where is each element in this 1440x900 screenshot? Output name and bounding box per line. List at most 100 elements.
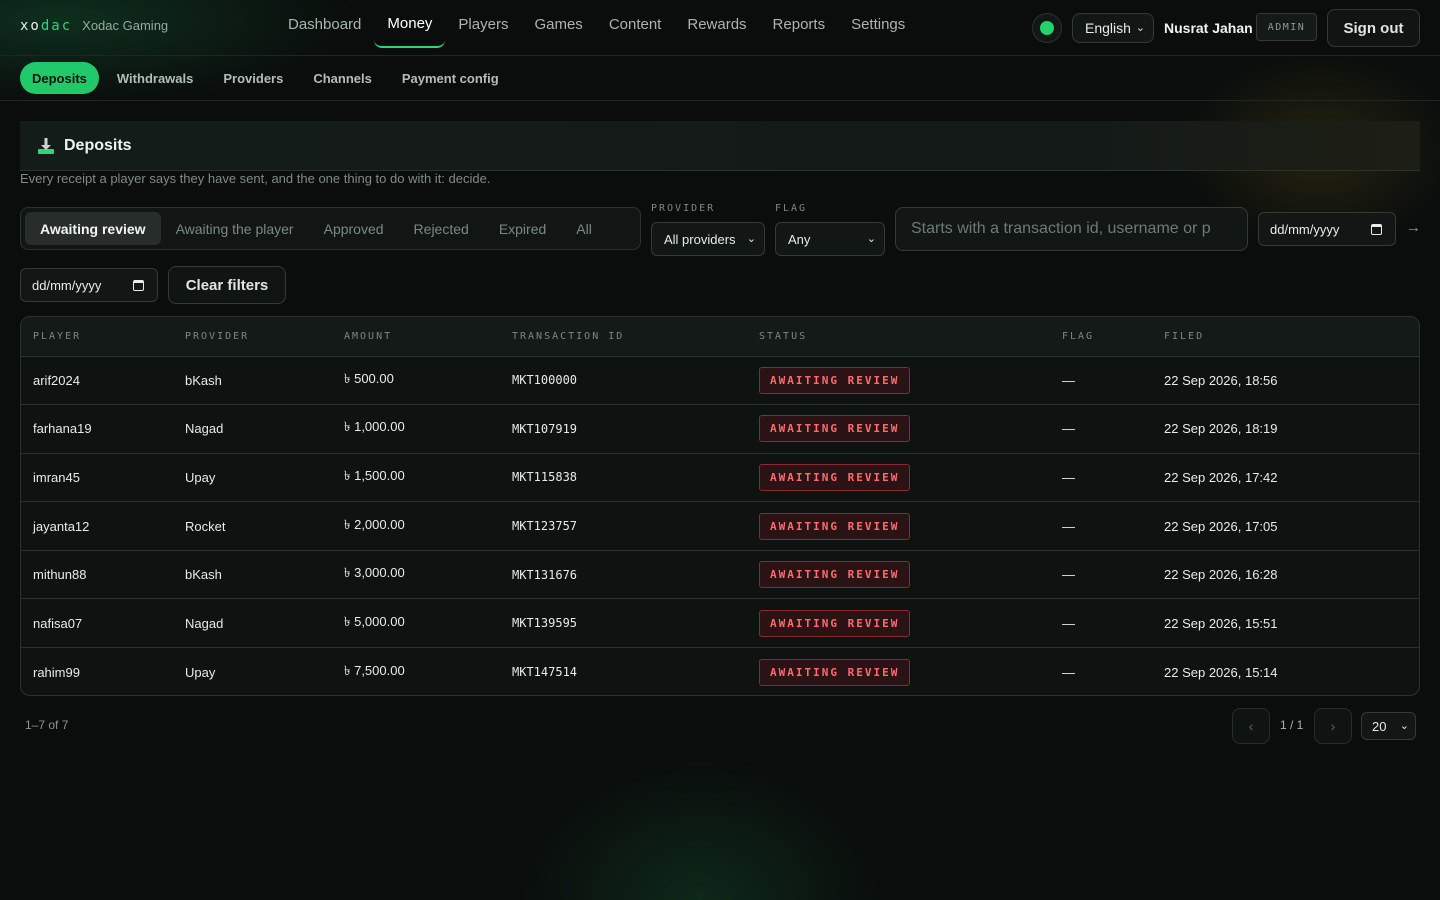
table-row[interactable]: arif2024 bKash ৳ 500.00 MKT100000 AWAITI… <box>21 356 1419 406</box>
provider-select-value: All providers <box>664 231 736 247</box>
status-tab-approved[interactable]: Approved <box>309 212 399 245</box>
calendar-icon[interactable] <box>1371 224 1382 235</box>
table-row[interactable]: rahim99 Upay ৳ 7,500.00 MKT147514 AWAITI… <box>21 648 1419 695</box>
tab-providers[interactable]: Providers <box>211 62 295 94</box>
cell-flag: — <box>1050 404 1152 454</box>
tab-deposits[interactable]: Deposits <box>20 62 99 94</box>
cell-amount: ৳ 1,000.00 <box>332 404 500 454</box>
date-to-input[interactable]: dd/mm/yyyy <box>1258 212 1396 246</box>
calendar-icon[interactable] <box>133 280 144 291</box>
status-tab-awaiting-player[interactable]: Awaiting the player <box>161 212 309 245</box>
table-row[interactable]: mithun88 bKash ৳ 3,000.00 MKT131676 AWAI… <box>21 550 1419 600</box>
cell-amount: ৳ 7,500.00 <box>344 662 405 678</box>
cell-amount: ৳ 1,500.00 <box>332 453 500 503</box>
nav-item-players[interactable]: Players <box>445 0 521 48</box>
cell-amount: ৳ 500.00 <box>332 356 500 406</box>
nav-item-rewards[interactable]: Rewards <box>674 0 759 48</box>
date-to-value: dd/mm/yyyy <box>1270 221 1340 237</box>
table-row[interactable]: imran45 Upay ৳ 1,500.00 MKT115838 AWAITI… <box>21 453 1419 503</box>
flag-select-value: Any <box>788 231 811 247</box>
column-header-status[interactable]: STATUS <box>747 317 1050 357</box>
clear-filters-button[interactable]: Clear filters <box>168 266 286 304</box>
cell-status: AWAITING REVIEW <box>747 453 1050 503</box>
results-range: 1–7 of 7 <box>25 718 69 732</box>
nav-item-content[interactable]: Content <box>596 0 675 48</box>
cell-filed: 22 Sep 2026, 16:28 <box>1152 550 1419 600</box>
next-page-button[interactable]: › <box>1314 708 1352 744</box>
tab-payment-config[interactable]: Payment config <box>390 62 511 94</box>
provider-select[interactable]: All providers ⌄ <box>651 222 765 256</box>
column-header-amount[interactable]: AMOUNT <box>332 317 500 357</box>
page-indicator: 1 / 1 <box>1280 718 1304 732</box>
cell-player: imran45 <box>21 453 173 503</box>
cell-player: rahim99 <box>33 664 80 680</box>
tab-channels[interactable]: Channels <box>301 62 384 94</box>
brand[interactable]: xodac Xodac Gaming <box>20 18 168 34</box>
date-from-input[interactable]: dd/mm/yyyy <box>20 268 158 302</box>
chevron-down-icon: ⌄ <box>746 233 756 245</box>
cell-provider: Rocket <box>173 501 332 551</box>
column-header-filed[interactable]: FILED <box>1152 317 1419 357</box>
chevron-left-icon: ‹ <box>1248 718 1254 734</box>
nav-item-dashboard[interactable]: Dashboard <box>275 0 374 48</box>
search-input[interactable] <box>895 207 1248 251</box>
connection-status[interactable] <box>1032 13 1062 43</box>
previous-page-button[interactable]: ‹ <box>1232 708 1270 744</box>
page-title: Deposits <box>64 136 132 154</box>
cell-status: AWAITING REVIEW <box>747 356 1050 406</box>
chevron-down-icon: ⌄ <box>1135 22 1145 34</box>
language-value: English <box>1085 20 1131 36</box>
table-row[interactable]: jayanta12 Rocket ৳ 2,000.00 MKT123757 AW… <box>21 501 1419 551</box>
cell-transaction-id: MKT139595 <box>500 598 747 649</box>
nav-item-reports[interactable]: Reports <box>760 0 839 48</box>
cell-status: AWAITING REVIEW <box>747 648 1050 695</box>
cell-flag: — <box>1062 664 1075 680</box>
chevron-down-icon: ⌄ <box>866 233 876 245</box>
cell-status: AWAITING REVIEW <box>747 501 1050 551</box>
cell-filed: 22 Sep 2026, 15:14 <box>1164 664 1278 680</box>
cell-filed: 22 Sep 2026, 18:19 <box>1152 404 1419 454</box>
cell-filed: 22 Sep 2026, 17:42 <box>1152 453 1419 503</box>
download-tray-icon <box>38 137 54 154</box>
cell-status: AWAITING REVIEW <box>747 598 1050 649</box>
cell-transaction-id: MKT115838 <box>500 453 747 503</box>
sign-out-button[interactable]: Sign out <box>1327 9 1420 47</box>
cell-flag: — <box>1050 550 1152 600</box>
online-dot-icon <box>1040 21 1054 35</box>
status-filter-tabs: Awaiting review Awaiting the player Appr… <box>20 207 641 250</box>
cell-amount: ৳ 5,000.00 <box>332 598 500 649</box>
language-select[interactable]: English ⌄ <box>1072 13 1154 43</box>
cell-provider: bKash <box>173 550 332 600</box>
cell-provider: bKash <box>173 356 332 406</box>
status-tab-awaiting-review[interactable]: Awaiting review <box>25 212 161 245</box>
page-header: Deposits <box>20 121 1420 171</box>
flag-select[interactable]: Any ⌄ <box>775 222 885 256</box>
nav-item-games[interactable]: Games <box>521 0 595 48</box>
table-row[interactable]: nafisa07 Nagad ৳ 5,000.00 MKT139595 AWAI… <box>21 598 1419 649</box>
nav-item-money[interactable]: Money <box>374 0 446 48</box>
nav-item-settings[interactable]: Settings <box>838 0 918 48</box>
flag-label: FLAG <box>775 203 808 214</box>
cell-transaction-id: MKT131676 <box>500 550 747 600</box>
cell-flag: — <box>1050 356 1152 406</box>
column-header-transaction-id[interactable]: TRANSACTION ID <box>500 317 747 357</box>
tab-withdrawals[interactable]: Withdrawals <box>105 62 205 94</box>
arrow-right-icon[interactable]: → <box>1406 219 1421 236</box>
status-tab-all[interactable]: All <box>561 212 607 245</box>
cell-flag: — <box>1050 501 1152 551</box>
role-badge: ADMIN <box>1256 13 1317 41</box>
status-badge: AWAITING REVIEW <box>759 658 911 686</box>
cell-player: nafisa07 <box>21 598 173 649</box>
table-header-row: PLAYER PROVIDER AMOUNT TRANSACTION ID ST… <box>21 317 1419 357</box>
brand-name: Xodac Gaming <box>82 18 169 33</box>
cell-amount: ৳ 2,000.00 <box>332 501 500 551</box>
page-size-select[interactable]: 20 ⌄ <box>1361 712 1416 740</box>
table-row[interactable]: farhana19 Nagad ৳ 1,000.00 MKT107919 AWA… <box>21 404 1419 454</box>
cell-player: mithun88 <box>21 550 173 600</box>
cell-filed: 22 Sep 2026, 17:05 <box>1152 501 1419 551</box>
column-header-flag[interactable]: FLAG <box>1050 317 1152 357</box>
column-header-player[interactable]: PLAYER <box>21 317 173 357</box>
status-tab-expired[interactable]: Expired <box>484 212 561 245</box>
column-header-provider[interactable]: PROVIDER <box>173 317 332 357</box>
status-tab-rejected[interactable]: Rejected <box>399 212 484 245</box>
